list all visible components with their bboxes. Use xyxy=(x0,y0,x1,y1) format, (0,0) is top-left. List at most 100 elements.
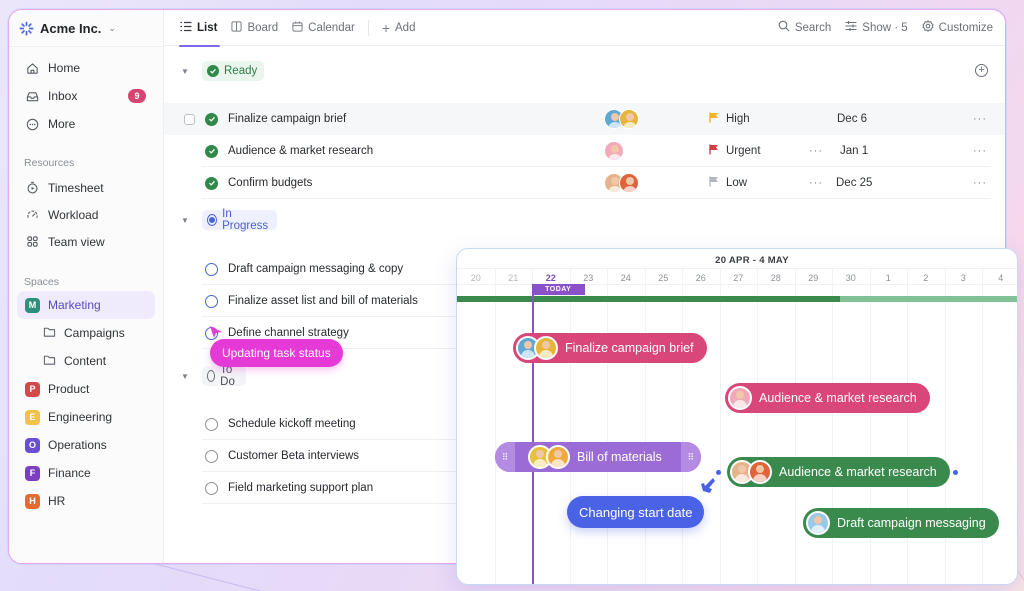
task-name[interactable]: Field marketing support plan xyxy=(228,482,373,494)
field-menu-icon[interactable]: ··· xyxy=(809,145,823,157)
timeline-day: 4 xyxy=(998,272,1004,283)
task-row[interactable]: Finalize campaign brief High Dec 6 ··· xyxy=(164,103,1005,135)
row-menu-icon[interactable]: ··· xyxy=(973,145,987,157)
timeline-day: 28 xyxy=(770,272,781,283)
status-in-progress-icon[interactable] xyxy=(205,294,218,308)
row-select-checkbox[interactable] xyxy=(184,113,195,125)
today-marker-line xyxy=(532,284,534,584)
sidebar-item-label: Timesheet xyxy=(48,180,104,195)
space-product[interactable]: P Product xyxy=(17,375,155,403)
task-row[interactable]: Audience & market research Urgent ··· Ja… xyxy=(164,135,1005,167)
customize-label: Customize xyxy=(938,21,993,34)
add-task-icon[interactable]: + xyxy=(975,64,988,77)
add-view-button[interactable]: + Add xyxy=(375,10,423,46)
workspace-switcher[interactable]: Acme Inc. ⌄ xyxy=(9,10,163,47)
resources-section-title: Resources xyxy=(24,157,75,169)
sidebar-item-timesheet[interactable]: Timesheet xyxy=(9,174,163,201)
sidebar-item-inbox[interactable]: Inbox 9 xyxy=(9,82,163,110)
status-done-icon[interactable] xyxy=(205,176,218,190)
space-marketing[interactable]: M Marketing xyxy=(17,291,155,319)
task-name[interactable]: Schedule kickoff meeting xyxy=(228,418,356,430)
sidebar-item-workload[interactable]: Workload xyxy=(9,201,163,228)
space-hr[interactable]: H HR xyxy=(17,487,155,515)
drag-handle-left-icon[interactable]: ⠿ xyxy=(495,442,515,472)
sidebar-item-team-view[interactable]: Team view xyxy=(9,228,163,255)
gantt-bar[interactable]: Finalize campaign brief xyxy=(513,333,707,363)
space-operations[interactable]: O Operations xyxy=(17,431,155,459)
folder-icon xyxy=(43,326,56,341)
row-menu-icon[interactable]: ··· xyxy=(973,177,987,189)
collapse-caret-icon[interactable]: ▼ xyxy=(181,67,189,76)
gantt-bar[interactable]: Audience & market research xyxy=(725,383,930,413)
status-to-do-icon[interactable] xyxy=(205,449,218,463)
collapse-caret-icon[interactable]: ▼ xyxy=(181,372,189,381)
due-date[interactable]: Dec 6 xyxy=(837,113,867,125)
search-icon xyxy=(778,20,790,35)
task-name[interactable]: Define channel strategy xyxy=(228,327,349,339)
collapse-caret-icon[interactable]: ▼ xyxy=(181,216,189,225)
field-menu-icon[interactable]: ··· xyxy=(809,177,823,189)
tab-calendar[interactable]: Calendar xyxy=(285,10,362,46)
folder-content[interactable]: Content xyxy=(9,347,163,375)
timeline-gridline xyxy=(794,268,796,584)
status-badge-in-progress[interactable]: In Progress xyxy=(202,208,278,232)
workspace-logo-icon xyxy=(19,21,34,35)
priority-field[interactable]: Low xyxy=(709,176,747,190)
timeline-day: 24 xyxy=(620,272,631,283)
gantt-bar-dragging[interactable]: ⠿ Bill of materials ⠿ xyxy=(495,442,701,472)
gantt-bar[interactable]: Audience & market research xyxy=(727,457,950,487)
status-label: In Progress xyxy=(222,208,269,232)
assignees[interactable] xyxy=(604,109,639,129)
priority-field[interactable]: Urgent xyxy=(709,144,761,158)
task-name[interactable]: Draft campaign messaging & copy xyxy=(228,263,403,275)
timeline-gridline xyxy=(719,268,721,584)
sidebar-item-more[interactable]: More xyxy=(9,110,163,138)
folder-campaigns[interactable]: Campaigns xyxy=(9,319,163,347)
sidebar-item-home[interactable]: Home xyxy=(9,54,163,82)
task-name[interactable]: Audience & market research xyxy=(228,145,373,157)
status-badge-to-do[interactable]: To Do xyxy=(202,364,246,388)
assignees xyxy=(728,386,752,410)
drag-handle-right-icon[interactable]: ⠿ xyxy=(680,442,701,472)
gantt-bar[interactable]: Draft campaign messaging xyxy=(803,508,999,538)
status-done-icon[interactable] xyxy=(205,144,218,158)
search-button[interactable]: Search xyxy=(778,20,831,35)
assignees[interactable] xyxy=(604,173,639,193)
space-finance[interactable]: F Finance xyxy=(17,459,155,487)
check-circle-icon xyxy=(207,65,219,77)
status-in-progress-icon[interactable] xyxy=(205,262,218,276)
assignees[interactable] xyxy=(604,141,624,161)
tab-list[interactable]: List xyxy=(173,10,224,47)
task-name[interactable]: Customer Beta interviews xyxy=(228,450,359,462)
space-avatar: M xyxy=(25,297,40,313)
space-label: Product xyxy=(48,382,90,396)
priority-field[interactable]: High xyxy=(709,112,750,126)
space-engineering[interactable]: E Engineering xyxy=(17,403,155,431)
timeline-day: 29 xyxy=(808,272,819,283)
task-name[interactable]: Finalize asset list and bill of material… xyxy=(228,295,418,307)
sidebar-item-label: More xyxy=(48,117,76,131)
status-badge-ready[interactable]: Ready xyxy=(202,61,265,81)
status-to-do-icon[interactable] xyxy=(205,417,218,431)
timeline-range-label: 20 APR - 4 MAY xyxy=(715,255,789,266)
show-fields-button[interactable]: Show · 5 xyxy=(845,20,908,35)
dependency-dot[interactable] xyxy=(953,470,958,475)
board-icon xyxy=(231,20,243,35)
status-done-icon[interactable] xyxy=(205,112,218,126)
gauge-icon xyxy=(25,208,39,222)
due-date[interactable]: Jan 1 xyxy=(840,145,868,157)
space-label: Finance xyxy=(48,466,91,480)
customize-button[interactable]: Customize xyxy=(922,20,993,35)
due-date[interactable]: Dec 25 xyxy=(836,177,872,189)
task-name[interactable]: Finalize campaign brief xyxy=(228,113,346,125)
calendar-icon xyxy=(292,20,303,35)
dependency-dot[interactable] xyxy=(716,470,721,475)
row-menu-icon[interactable]: ··· xyxy=(973,113,987,125)
task-name[interactable]: Confirm budgets xyxy=(228,177,312,189)
space-avatar: P xyxy=(25,381,40,397)
status-to-do-icon[interactable] xyxy=(205,481,218,495)
timeline-gridline xyxy=(757,268,758,584)
task-row[interactable]: Confirm budgets Low ··· Dec 25 ··· xyxy=(164,167,1005,199)
tab-board[interactable]: Board xyxy=(224,10,285,46)
spaces-section-title: Spaces xyxy=(24,276,60,288)
